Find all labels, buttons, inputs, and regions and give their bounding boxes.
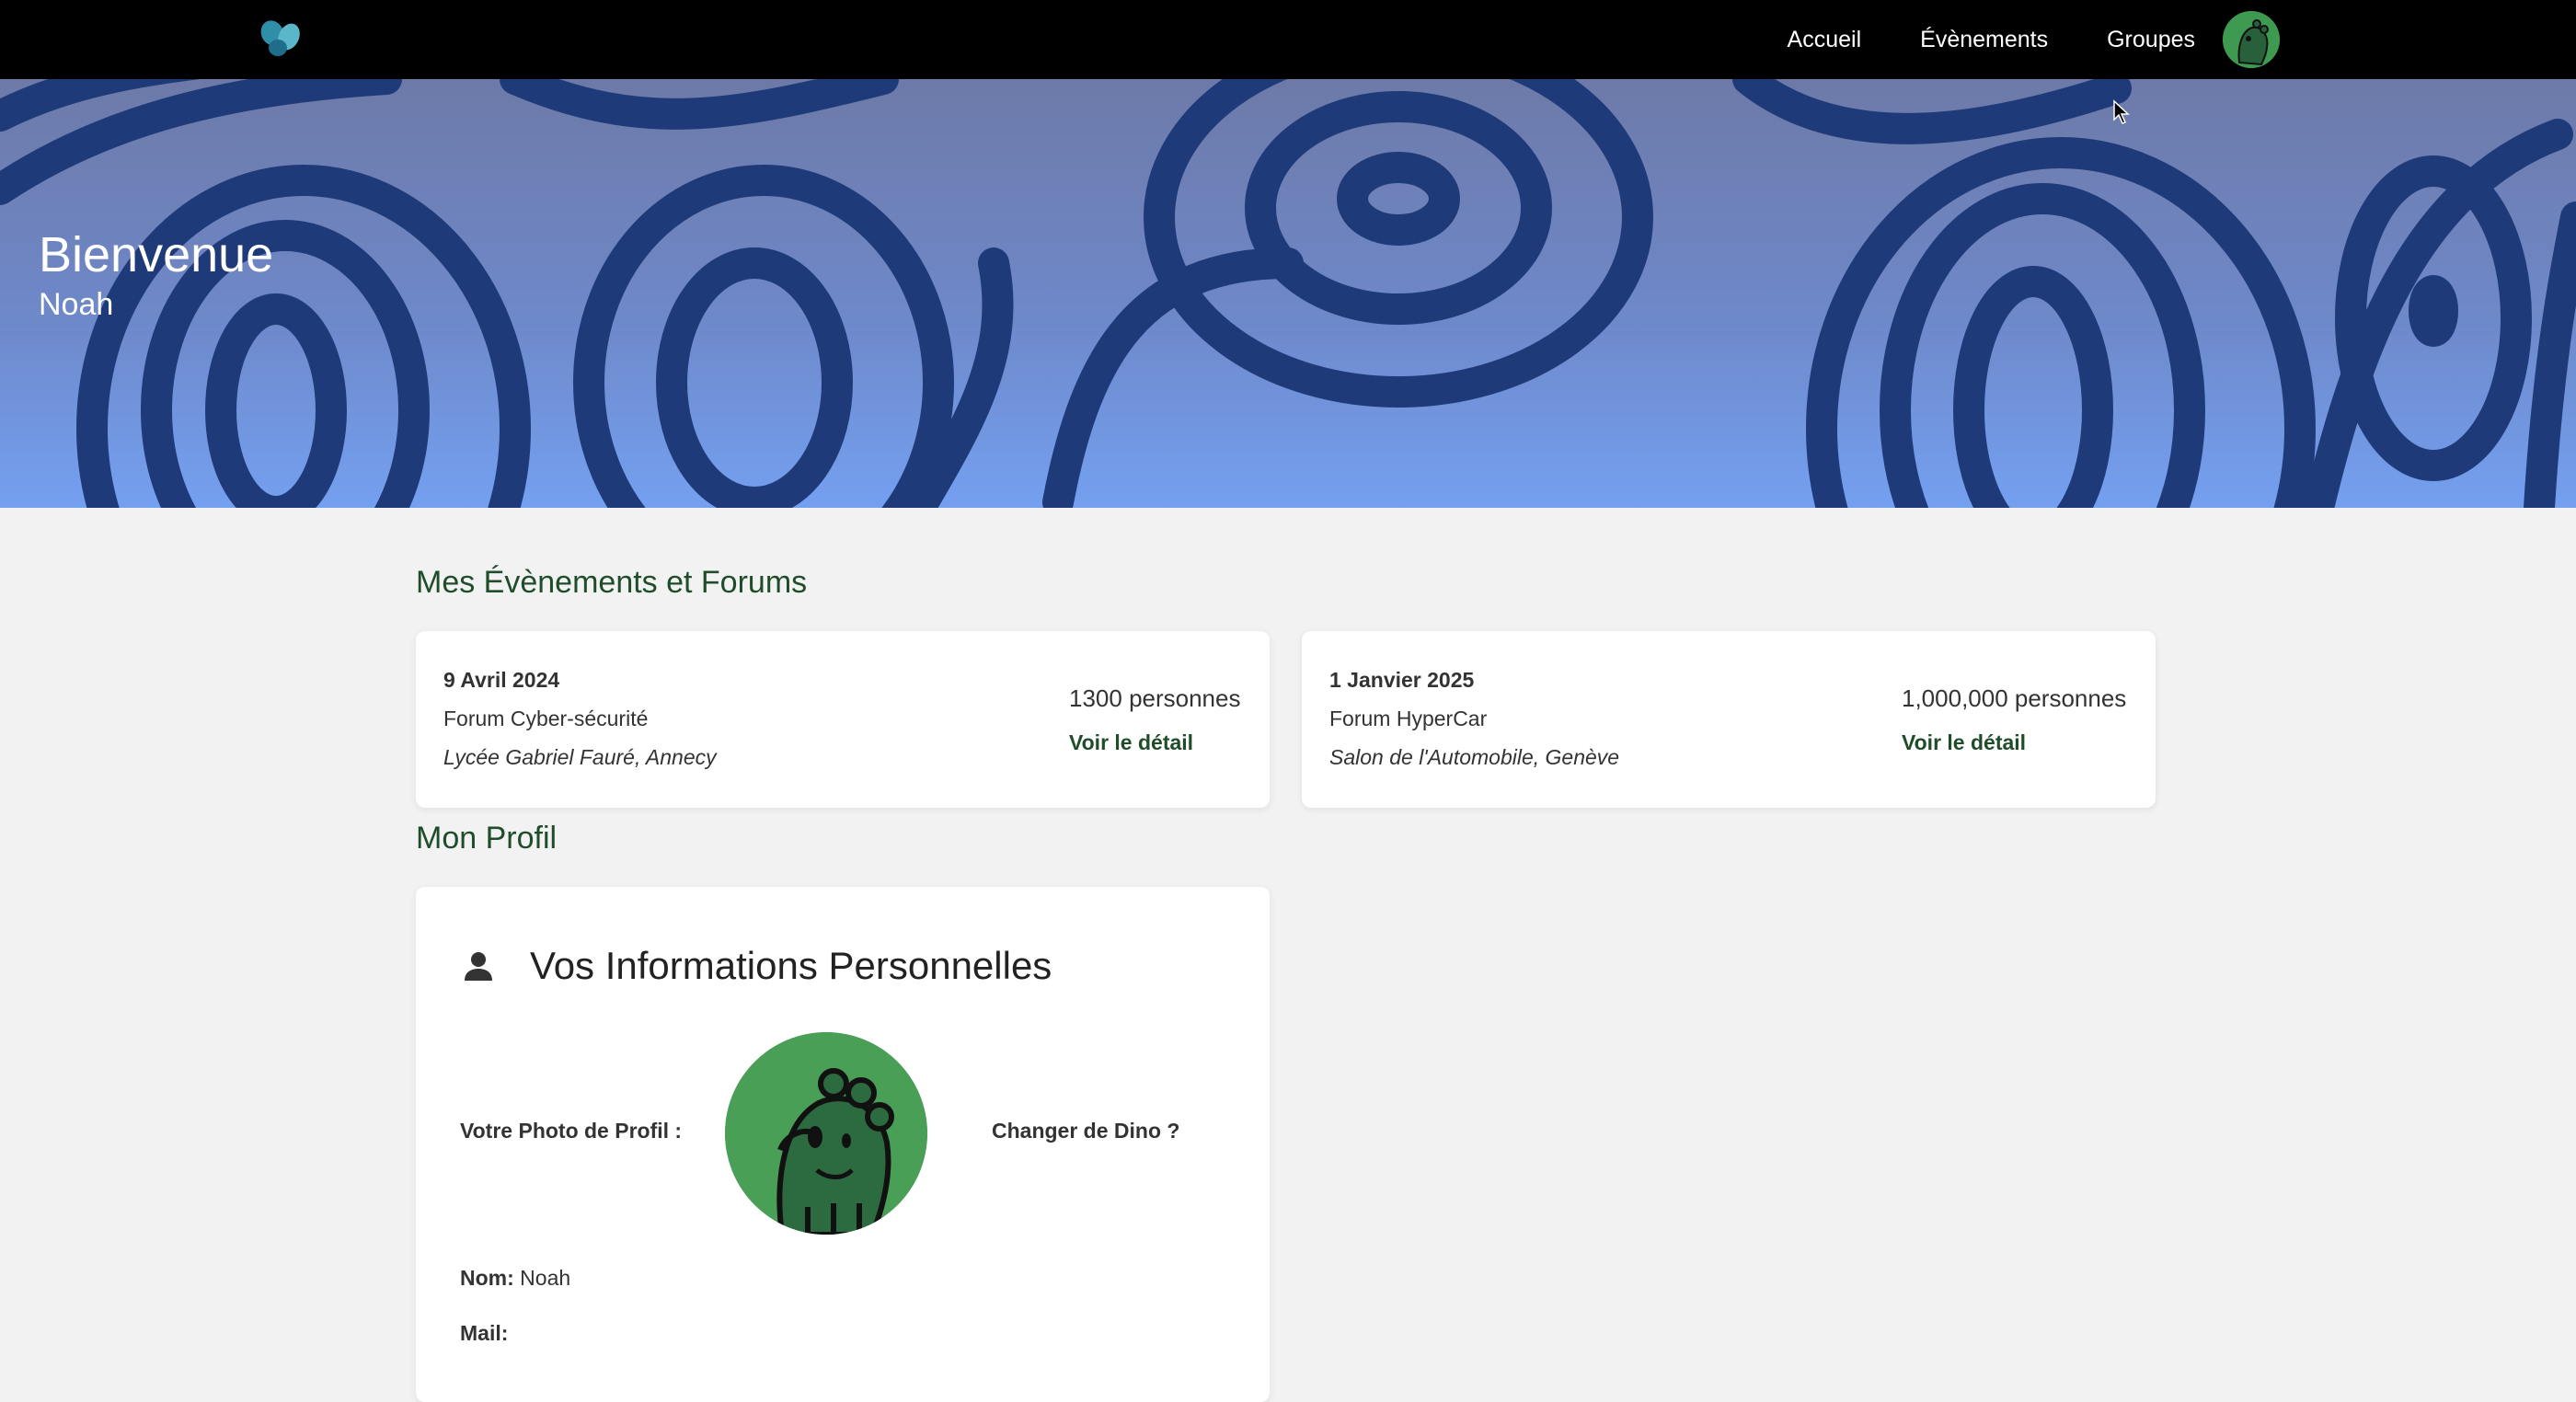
- nav-evenements[interactable]: Évènements: [1920, 27, 2048, 53]
- name-label: Nom:: [460, 1266, 514, 1290]
- event-attendees: 1300 personnes: [1069, 684, 1241, 712]
- profile-card-title: Vos Informations Personnelles: [530, 944, 1052, 987]
- dino-avatar-icon: [725, 1032, 927, 1235]
- events-section-title: Mes Évènements et Forums: [416, 565, 808, 600]
- mouse-cursor-icon: [2113, 99, 2130, 124]
- name-field: Nom: Noah: [460, 1266, 570, 1291]
- nav-accueil[interactable]: Accueil: [1788, 27, 1862, 53]
- event-date: 1 Janvier 2025: [1329, 668, 1475, 692]
- profile-photo-label: Votre Photo de Profil :: [460, 1119, 683, 1143]
- nav-links: Accueil Évènements Groupes: [1729, 0, 2280, 79]
- event-attendees: 1,000,000 personnes: [1902, 684, 2127, 712]
- hero-banner: Bienvenue Noah: [0, 79, 2576, 508]
- event-card[interactable]: 1 Janvier 2025 Forum HyperCar Salon de l…: [1302, 631, 2156, 808]
- profile-card: Vos Informations Personnelles Votre Phot…: [416, 887, 1270, 1402]
- profile-photo[interactable]: [725, 1032, 927, 1235]
- mail-label: Mail:: [460, 1321, 509, 1345]
- mail-field: Mail:: [460, 1321, 508, 1346]
- event-card[interactable]: 9 Avril 2024 Forum Cyber-sécurité Lycée …: [416, 631, 1270, 808]
- event-detail-link[interactable]: Voir le détail: [1902, 730, 2026, 755]
- top-navbar: Accueil Évènements Groupes: [0, 0, 2576, 79]
- name-value: Noah: [520, 1266, 571, 1290]
- logo-icon[interactable]: [256, 17, 307, 63]
- event-place: Salon de l'Automobile, Genève: [1329, 745, 1620, 769]
- user-name: Noah: [39, 287, 114, 322]
- event-name: Forum Cyber-sécurité: [443, 707, 649, 730]
- hero-wave-pattern: [0, 79, 2576, 508]
- profile-card-header: Vos Informations Personnelles: [460, 944, 1052, 988]
- change-dino-button[interactable]: Changer de Dino ?: [992, 1119, 1179, 1143]
- nav-groupes[interactable]: Groupes: [2107, 27, 2195, 53]
- event-place: Lycée Gabriel Fauré, Annecy: [443, 745, 717, 769]
- welcome-title: Bienvenue: [39, 227, 274, 282]
- person-icon: [465, 952, 492, 981]
- user-avatar-button[interactable]: [2223, 11, 2280, 68]
- event-date: 9 Avril 2024: [443, 668, 560, 692]
- profile-section-title: Mon Profil: [416, 821, 558, 856]
- event-detail-link[interactable]: Voir le détail: [1069, 730, 1193, 755]
- dino-avatar-icon: [2223, 11, 2280, 68]
- event-name: Forum HyperCar: [1329, 707, 1488, 730]
